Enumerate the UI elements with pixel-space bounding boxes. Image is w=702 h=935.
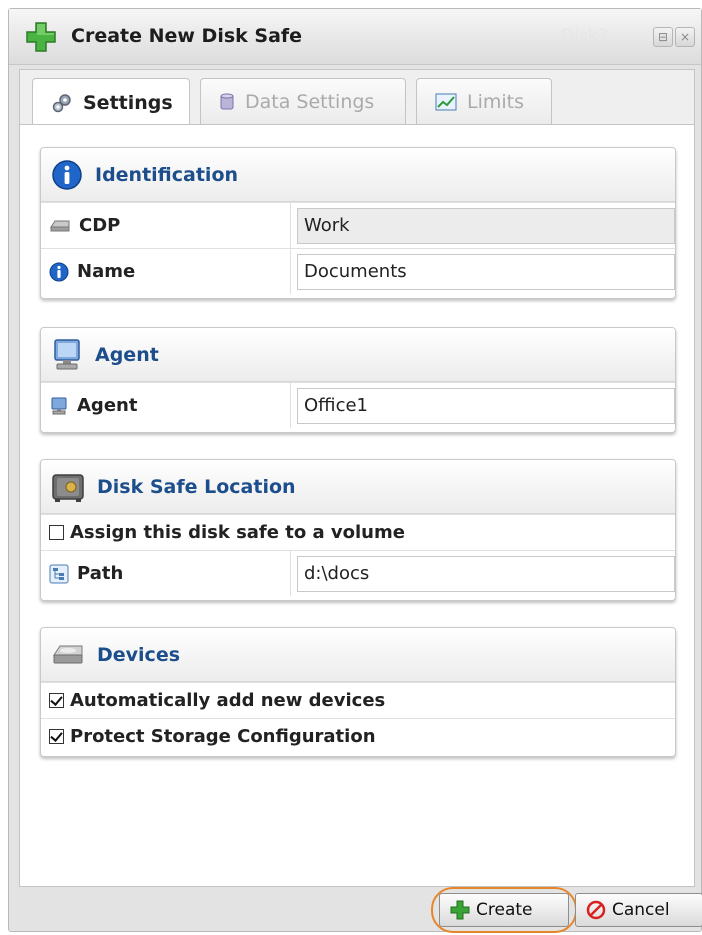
name-label-cell: Name: [41, 249, 291, 294]
button-bar: Create Cancel: [19, 887, 702, 933]
cancel-button[interactable]: Cancel: [575, 893, 702, 927]
identification-panel: Identification CDP Work Name Documents: [40, 147, 676, 299]
tab-limits-label: Limits: [467, 90, 524, 113]
devices-panel: Devices Automatically add new devices Pr…: [40, 627, 676, 757]
window-ghost-title: Disk3: [561, 26, 609, 46]
cdp-label: CDP: [79, 215, 121, 236]
safe-icon: [52, 473, 84, 502]
disk-icon: [50, 220, 70, 231]
agent-panel: Agent Agent: [40, 327, 676, 433]
database-icon: [220, 93, 234, 109]
auto-add-label: Automatically add new devices: [70, 690, 386, 711]
green-plus-icon: [26, 22, 56, 52]
create-button[interactable]: Create: [439, 893, 569, 927]
cdp-row: CDP: [41, 202, 675, 248]
auto-add-row[interactable]: Automatically add new devices: [41, 682, 675, 718]
protect-storage-label: Protect Storage Configuration: [70, 726, 376, 747]
identification-header: Identification: [41, 148, 675, 202]
agent-field[interactable]: [297, 387, 675, 424]
location-title: Disk Safe Location: [97, 475, 296, 498]
tab-settings[interactable]: Settings: [32, 78, 190, 126]
cancel-button-label: Cancel: [612, 900, 670, 920]
auto-add-checkbox[interactable]: [49, 693, 64, 708]
info-icon: [49, 262, 69, 281]
settings-content: Identification CDP Work Name Documents A…: [19, 124, 695, 887]
identification-title: Identification: [95, 163, 239, 186]
cancel-icon: [586, 900, 606, 920]
cdp-field[interactable]: [297, 207, 675, 244]
name-label: Name: [77, 261, 136, 282]
name-field[interactable]: [297, 253, 675, 290]
green-plus-icon: [450, 900, 470, 920]
location-header: Disk Safe Location: [41, 460, 675, 514]
dialog-title: Create New Disk Safe: [71, 25, 303, 47]
tab-data-settings[interactable]: Data Settings: [200, 78, 406, 124]
agent-header: Agent: [41, 328, 675, 382]
gears-icon: [52, 93, 71, 112]
devices-title: Devices: [97, 643, 181, 666]
path-row: Path: [41, 550, 675, 596]
path-label-cell: Path: [41, 551, 291, 596]
create-button-label: Create: [476, 900, 533, 920]
agent-title: Agent: [95, 343, 159, 366]
path-label: Path: [77, 563, 124, 584]
computer-icon: [51, 397, 67, 414]
tab-bar: Settings Data Settings Limits: [19, 69, 695, 126]
tab-settings-label: Settings: [83, 91, 173, 114]
protect-storage-checkbox[interactable]: [49, 729, 64, 744]
protect-storage-row[interactable]: Protect Storage Configuration: [41, 718, 675, 754]
devices-header: Devices: [41, 628, 675, 682]
path-field[interactable]: [297, 555, 675, 592]
restore-button[interactable]: ⊟: [653, 27, 673, 47]
assign-volume-label: Assign this disk safe to a volume: [70, 522, 405, 543]
dialog-window: Create New Disk Safe Disk3 ⊟ × Settings …: [8, 8, 702, 933]
agent-label-cell: Agent: [41, 383, 291, 428]
assign-volume-row[interactable]: Assign this disk safe to a volume: [41, 514, 675, 550]
disk-drive-icon: [53, 645, 83, 663]
cdp-label-cell: CDP: [41, 203, 291, 248]
assign-volume-checkbox[interactable]: [49, 525, 64, 540]
agent-row: Agent: [41, 382, 675, 428]
title-bar[interactable]: Create New Disk Safe Disk3 ⊟ ×: [9, 9, 701, 65]
info-icon: [52, 159, 82, 190]
tab-data-settings-label: Data Settings: [245, 90, 375, 113]
disk-safe-location-panel: Disk Safe Location Assign this disk safe…: [40, 459, 676, 601]
tab-limits[interactable]: Limits: [416, 78, 552, 124]
folder-tree-icon: [49, 564, 69, 583]
chart-icon: [435, 93, 457, 110]
computer-icon: [54, 338, 80, 369]
close-button[interactable]: ×: [675, 27, 695, 47]
agent-label: Agent: [77, 395, 138, 416]
name-row: Name: [41, 248, 675, 294]
